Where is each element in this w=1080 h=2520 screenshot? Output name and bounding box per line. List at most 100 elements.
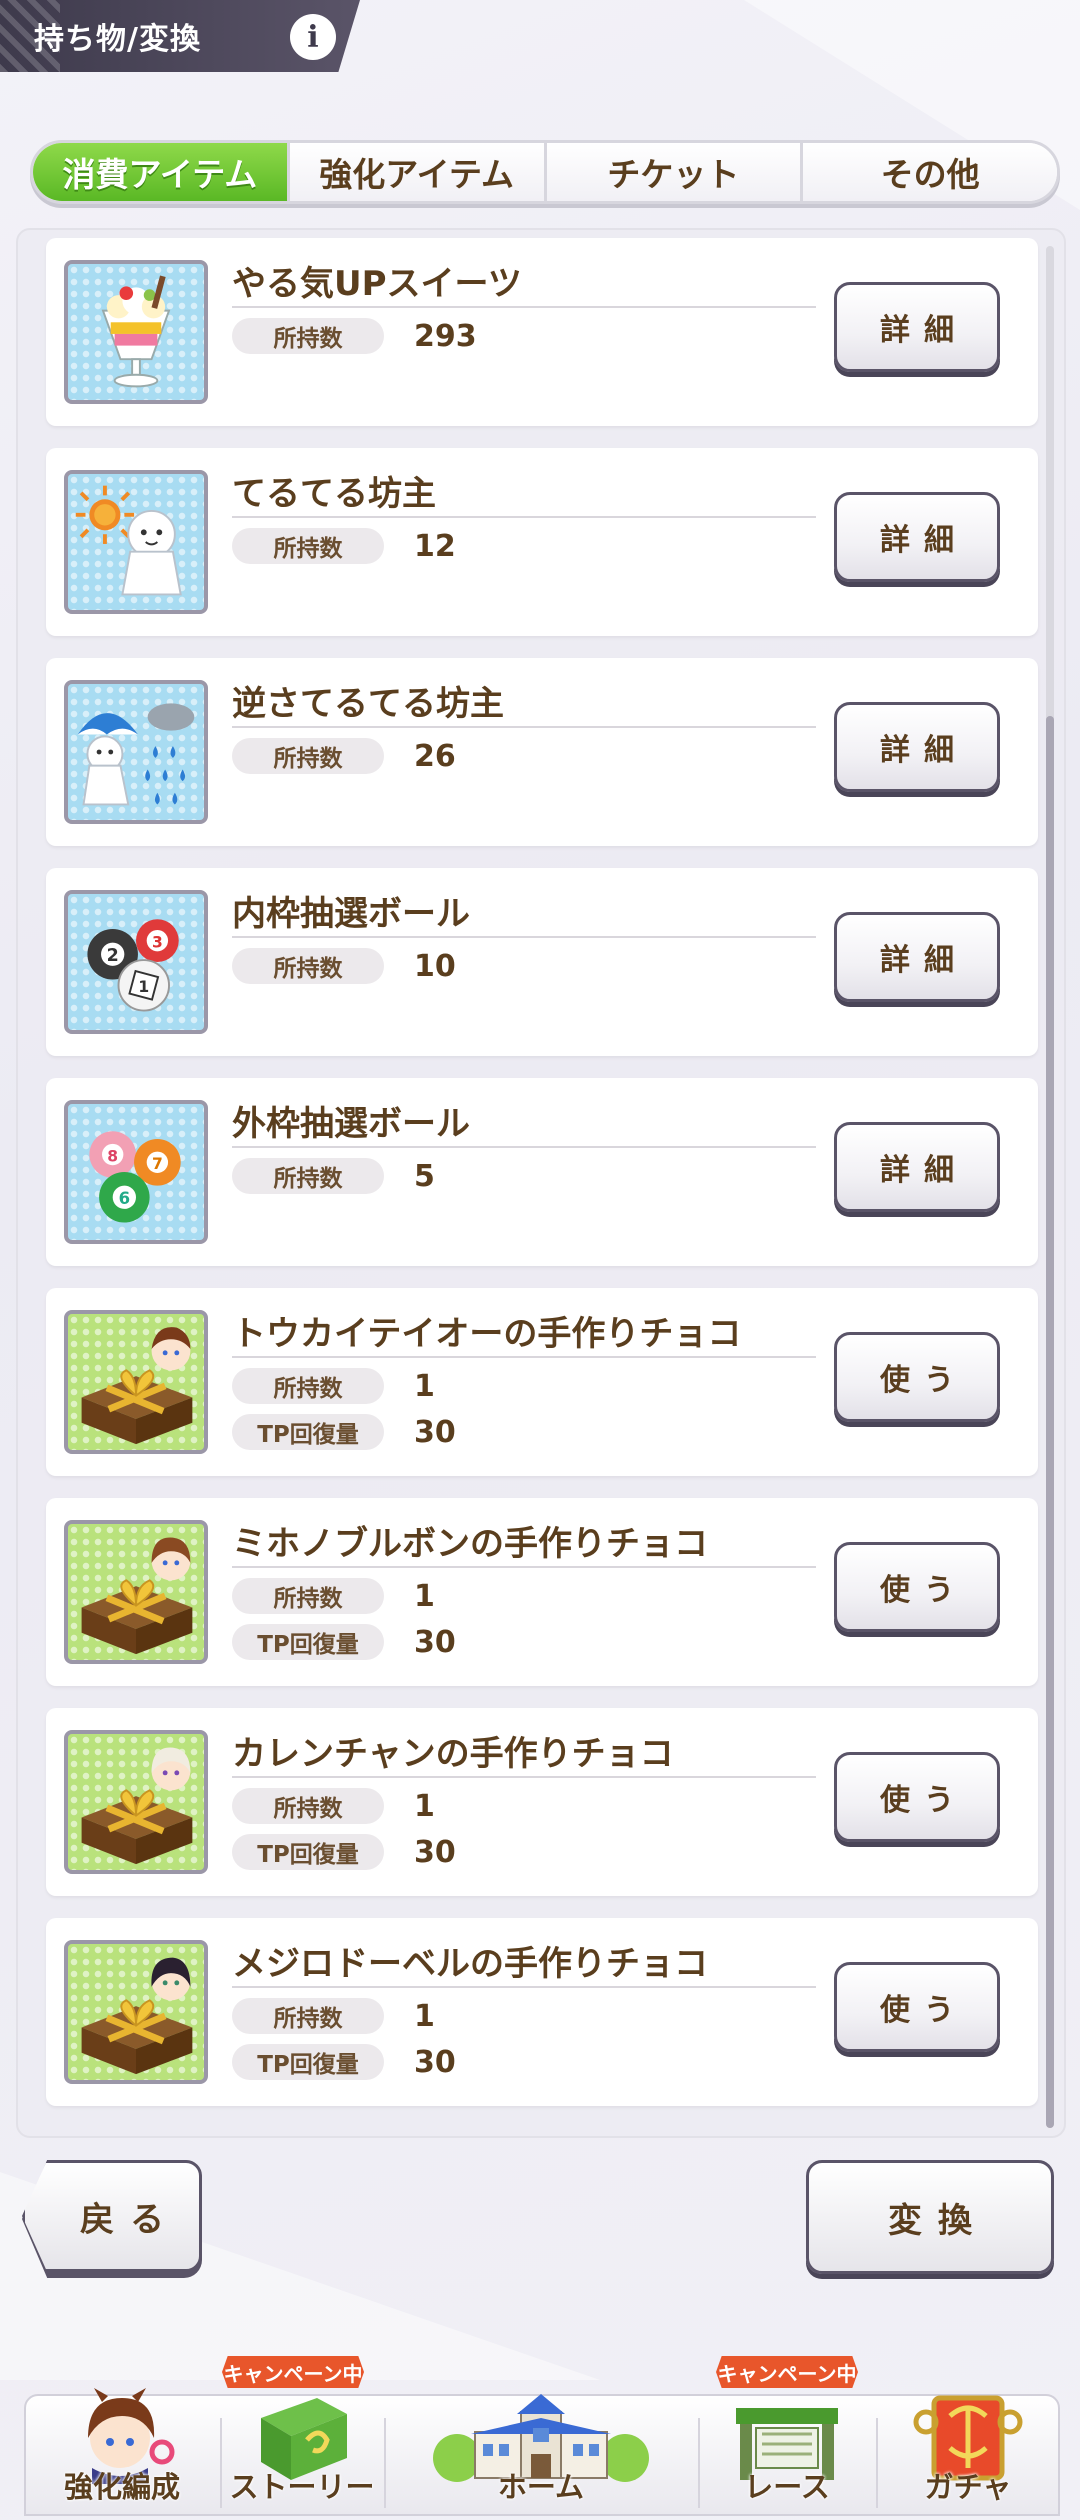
detail-button[interactable]: 詳細 — [834, 702, 1000, 792]
stat-label: 所持数 — [232, 318, 384, 354]
chocolate-gift-icon — [64, 1310, 208, 1454]
divider — [232, 936, 816, 938]
stat-value: 1 — [414, 1998, 435, 2034]
stat-label: 所持数 — [232, 948, 384, 984]
divider — [232, 516, 816, 518]
item-name: やる気UPスイーツ — [232, 264, 522, 304]
svg-text:8: 8 — [107, 1147, 118, 1165]
item-name: トウカイテイオーの手作りチョコ — [232, 1314, 742, 1354]
stat-value: 30 — [414, 2044, 456, 2080]
list-item: 8 7 6 外枠抽選ボール 所持数 5 詳細 — [46, 1078, 1038, 1266]
divider — [232, 1986, 816, 1988]
stat-value: 5 — [414, 1158, 435, 1194]
stat-row: TP回復量 30 — [232, 2044, 456, 2080]
scrollbar-thumb[interactable] — [1046, 716, 1054, 2128]
svg-text:1: 1 — [138, 978, 149, 996]
stat-label: 所持数 — [232, 1578, 384, 1614]
stat-row: 所持数 26 — [232, 738, 456, 774]
item-name: ミホノブルボンの手作りチョコ — [232, 1524, 708, 1564]
svg-text:3: 3 — [152, 933, 163, 951]
tab-enhancement-items[interactable]: 強化アイテム — [289, 143, 547, 201]
list-item: カレンチャンの手作りチョコ 所持数 1 TP回復量 30 使う — [46, 1708, 1038, 1896]
list-item: 逆さてるてる坊主 所持数 26 詳細 — [46, 658, 1038, 846]
stat-row: 所持数 1 — [232, 1998, 435, 2034]
stat-label: 所持数 — [232, 1368, 384, 1404]
item-name: メジロドーベルの手作りチョコ — [232, 1944, 708, 1984]
nav-label: レース — [744, 2470, 830, 2504]
stat-value: 12 — [414, 528, 456, 564]
nav-label: ガチャ — [924, 2470, 1012, 2504]
svg-text:6: 6 — [119, 1189, 130, 1208]
stat-row: 所持数 1 — [232, 1578, 435, 1614]
nav-item-story[interactable]: キャンペーン中 ストーリー — [222, 2356, 382, 2520]
stat-row: 所持数 1 — [232, 1788, 435, 1824]
stat-label: TP回復量 — [232, 2044, 384, 2080]
nav-item-enhance-formation[interactable]: 強化編成 — [24, 2388, 220, 2520]
tab-tickets[interactable]: チケット — [546, 143, 804, 201]
item-name: 外枠抽選ボール — [232, 1104, 470, 1144]
item-name: カレンチャンの手作りチョコ — [232, 1734, 674, 1774]
stat-label: 所持数 — [232, 1788, 384, 1824]
list-item: メジロドーベルの手作りチョコ 所持数 1 TP回復量 30 使う — [46, 1918, 1038, 2106]
info-icon[interactable]: i — [290, 14, 336, 60]
stat-row: 所持数 293 — [232, 318, 477, 354]
item-name: てるてる坊主 — [232, 474, 436, 514]
nav-item-race[interactable]: キャンペーン中 レース — [700, 2356, 874, 2520]
stat-row: TP回復量 30 — [232, 1834, 456, 1870]
chocolate-gift-icon — [64, 1940, 208, 2084]
stat-row: 所持数 1 — [232, 1368, 435, 1404]
stat-row: 所持数 5 — [232, 1158, 435, 1194]
detail-button[interactable]: 詳細 — [834, 1122, 1000, 1212]
nav-item-gacha[interactable]: ガチャ — [878, 2388, 1058, 2520]
tab-consumable-items[interactable]: 消費アイテム — [33, 143, 290, 201]
campaign-badge: キャンペーン中 — [716, 2356, 858, 2388]
stat-value: 293 — [414, 318, 477, 354]
outer-lottery-balls-icon: 8 7 6 — [64, 1100, 208, 1244]
parfait-icon — [64, 260, 208, 404]
stat-label: 所持数 — [232, 528, 384, 564]
use-button[interactable]: 使う — [834, 1542, 1000, 1632]
tab-others[interactable]: その他 — [803, 143, 1057, 201]
detail-button[interactable]: 詳細 — [834, 282, 1000, 372]
nav-label: ストーリー — [229, 2470, 375, 2504]
stat-label: 所持数 — [232, 738, 384, 774]
stat-value: 30 — [414, 1624, 456, 1660]
category-tabs: 消費アイテム 強化アイテム チケット その他 — [30, 140, 1060, 204]
divider — [232, 1146, 816, 1148]
stat-label: 所持数 — [232, 1158, 384, 1194]
nav-item-home[interactable]: ホーム — [386, 2388, 696, 2520]
convert-button[interactable]: 変換 — [806, 2160, 1054, 2274]
stat-label: TP回復量 — [232, 1414, 384, 1450]
list-item: てるてる坊主 所持数 12 詳細 — [46, 448, 1038, 636]
stat-value: 1 — [414, 1368, 435, 1404]
stat-value: 30 — [414, 1834, 456, 1870]
stat-value: 26 — [414, 738, 456, 774]
item-name: 内枠抽選ボール — [232, 894, 470, 934]
use-button[interactable]: 使う — [834, 1752, 1000, 1842]
stat-value: 1 — [414, 1578, 435, 1614]
use-button[interactable]: 使う — [834, 1962, 1000, 2052]
divider — [232, 1776, 816, 1778]
list-item: やる気UPスイーツ 所持数 293 詳細 — [46, 238, 1038, 426]
campaign-badge: キャンペーン中 — [222, 2356, 364, 2388]
detail-button[interactable]: 詳細 — [834, 912, 1000, 1002]
divider — [232, 306, 816, 308]
stat-value: 10 — [414, 948, 456, 984]
use-button[interactable]: 使う — [834, 1332, 1000, 1422]
stat-value: 30 — [414, 1414, 456, 1450]
stat-label: TP回復量 — [232, 1834, 384, 1870]
stat-row: 所持数 12 — [232, 528, 456, 564]
bottom-nav: 強化編成 キャンペーン中 ストーリー ホーム キャンペーン中 レース ガチャ — [0, 2356, 1080, 2520]
list-item: ミホノブルボンの手作りチョコ 所持数 1 TP回復量 30 使う — [46, 1498, 1038, 1686]
stat-row: TP回復量 30 — [232, 1414, 456, 1450]
svg-text:2: 2 — [107, 946, 119, 966]
back-button[interactable]: 戻る — [22, 2160, 202, 2272]
nav-label: 強化編成 — [63, 2470, 180, 2504]
list-item: トウカイテイオーの手作りチョコ 所持数 1 TP回復量 30 使う — [46, 1288, 1038, 1476]
inner-lottery-balls-icon: 2 3 1 — [64, 890, 208, 1034]
item-name: 逆さてるてる坊主 — [232, 684, 504, 724]
divider — [232, 1356, 816, 1358]
page-title: 持ち物/変換 — [34, 22, 201, 57]
teru-teru-bozu-sun-icon — [64, 470, 208, 614]
detail-button[interactable]: 詳細 — [834, 492, 1000, 582]
